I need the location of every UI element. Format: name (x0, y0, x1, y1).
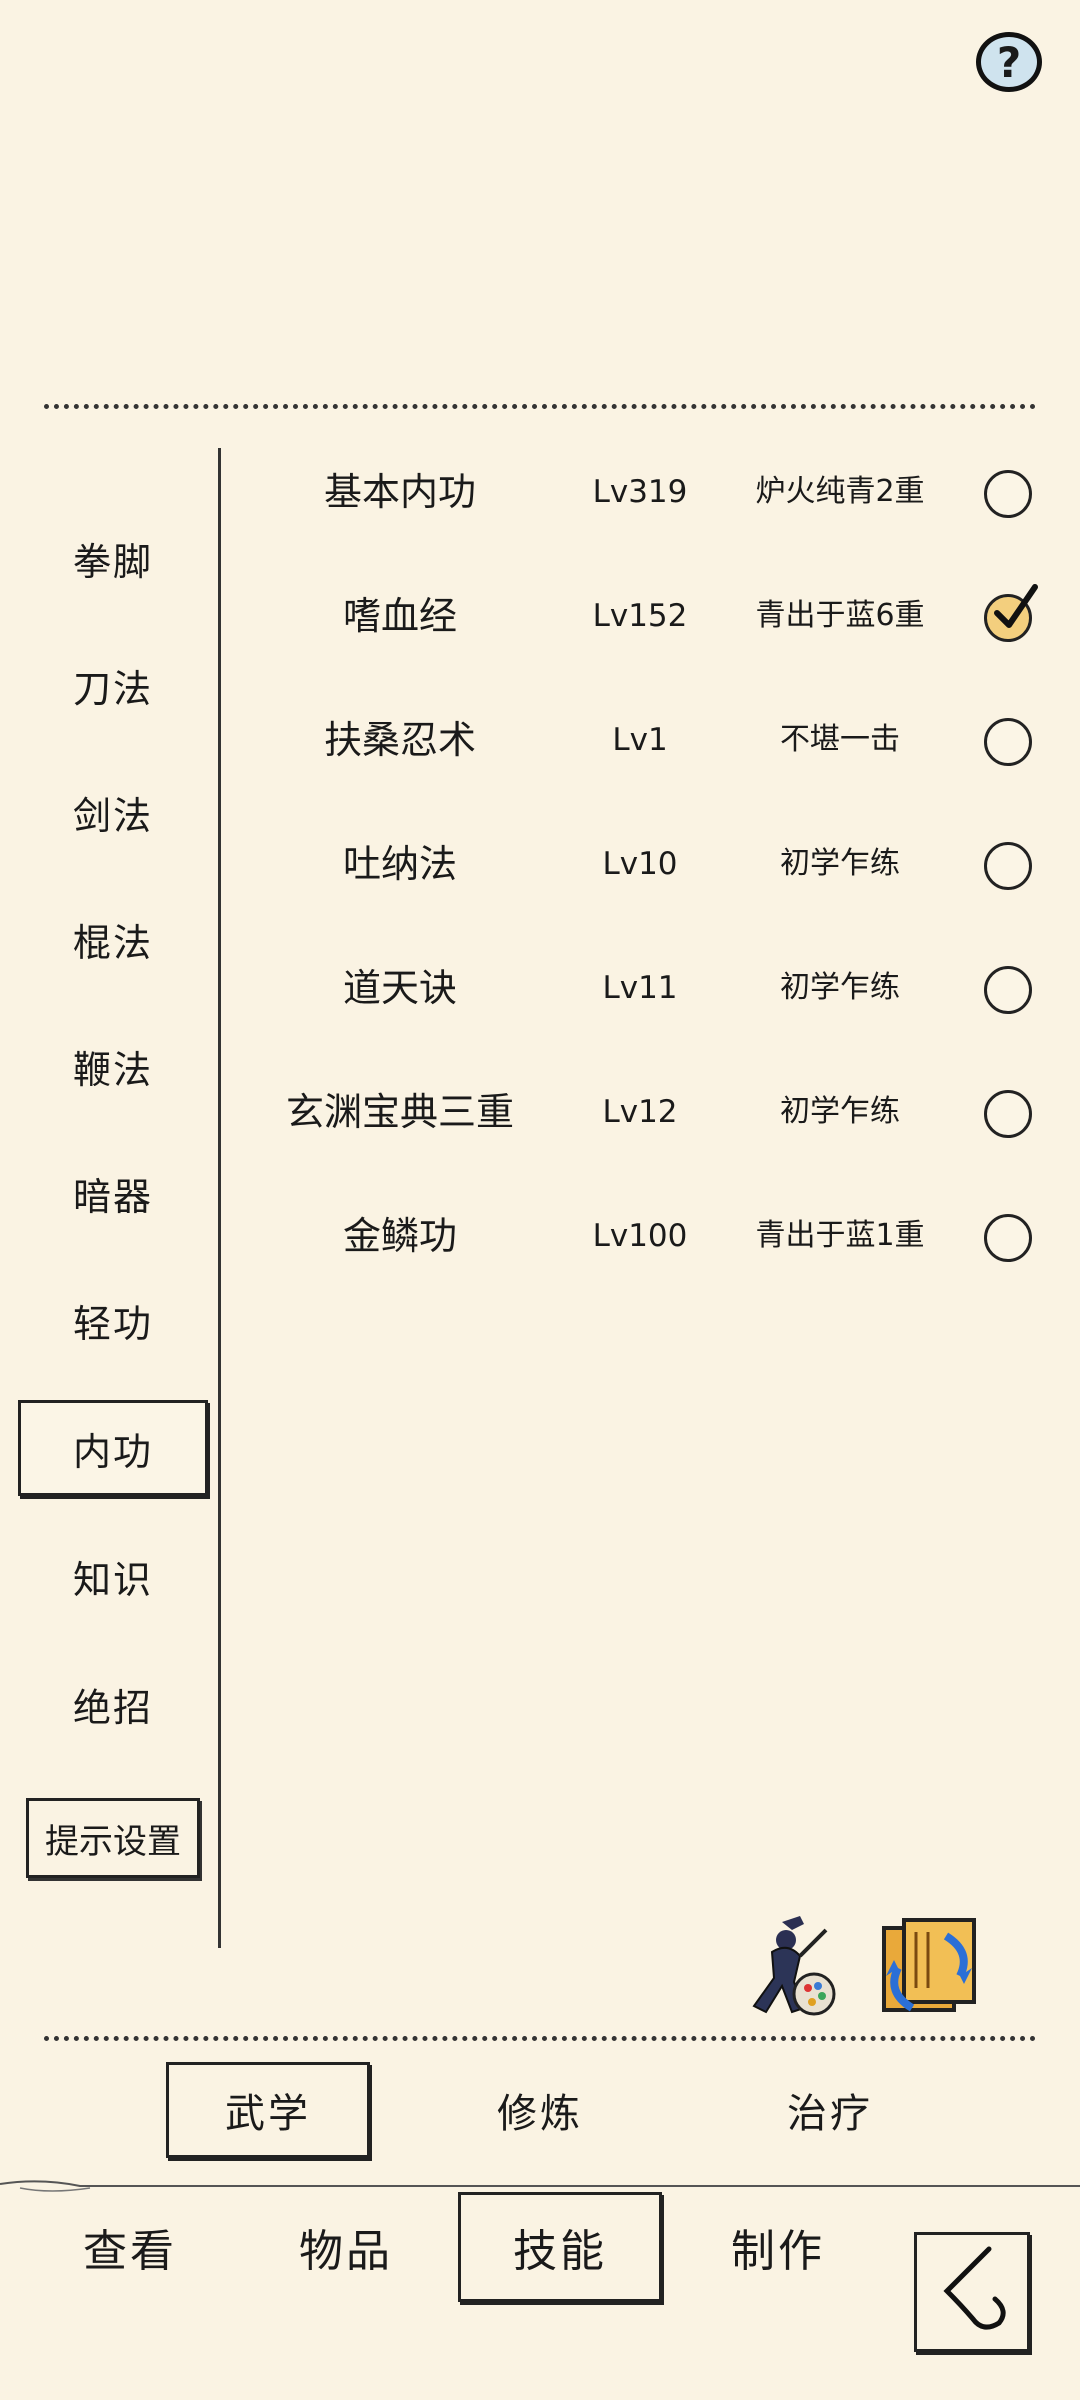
ninja-skin-icon[interactable] (742, 1912, 842, 2022)
nav-craft[interactable]: 制作 (698, 2192, 858, 2302)
hint-settings-button[interactable]: 提示设置 (26, 1798, 200, 1878)
category-juezhao[interactable]: 绝招 (18, 1656, 208, 1752)
skill-rank: 青出于蓝6重 (755, 598, 925, 633)
top-divider (44, 404, 1036, 409)
skill-checkbox-checked[interactable] (984, 584, 1038, 642)
nav-view[interactable]: 查看 (50, 2192, 210, 2302)
help-button[interactable]: ? (976, 32, 1042, 92)
category-gunfa[interactable]: 棍法 (18, 891, 208, 987)
hint-settings-label: 提示设置 (45, 1821, 181, 1862)
category-label: 知识 (72, 1557, 153, 1602)
category-bianfa[interactable]: 鞭法 (18, 1018, 208, 1114)
subtab-label: 武学 (225, 2091, 311, 2137)
skill-level: Lv319 (592, 474, 688, 510)
subtab-label: 治疗 (787, 2091, 873, 2137)
category-label: 棍法 (72, 920, 153, 965)
skill-name: 嗜血经 (342, 594, 457, 638)
category-label: 拳脚 (72, 539, 153, 584)
nav-items[interactable]: 物品 (266, 2192, 426, 2302)
skill-row[interactable]: 扶桑忍术 Lv1 不堪一击 (240, 678, 1040, 802)
skill-name: 金鳞功 (342, 1214, 457, 1258)
skill-row[interactable]: 道天诀 Lv11 初学乍练 (240, 926, 1040, 1050)
subtab-xiulian[interactable]: 修炼 (440, 2062, 640, 2158)
skill-row[interactable]: 玄渊宝典三重 Lv12 初学乍练 (240, 1050, 1040, 1174)
nav-label: 技能 (513, 2226, 607, 2277)
skill-name: 道天诀 (342, 966, 457, 1010)
skill-rank: 初学乍练 (780, 970, 900, 1005)
skill-checkbox[interactable] (984, 1214, 1032, 1262)
skill-rank: 不堪一击 (780, 722, 900, 757)
nav-label: 物品 (299, 2226, 393, 2277)
skill-level: Lv11 (602, 970, 678, 1006)
skill-level: Lv152 (592, 598, 688, 634)
skill-rank: 炉火纯青2重 (755, 474, 925, 509)
nav-skills[interactable]: 技能 (458, 2192, 662, 2302)
category-label: 内功 (72, 1429, 153, 1474)
back-button[interactable] (914, 2232, 1030, 2352)
skill-rank: 初学乍练 (780, 1094, 900, 1129)
nav-label: 查看 (83, 2226, 177, 2277)
back-arrow-icon (943, 2246, 1006, 2330)
category-jianfa[interactable]: 剑法 (18, 764, 208, 860)
skill-level: Lv10 (602, 846, 678, 882)
help-icon: ? (996, 37, 1022, 87)
category-label: 刀法 (72, 666, 153, 711)
skill-level: Lv1 (612, 722, 668, 758)
category-qinggong[interactable]: 轻功 (18, 1272, 208, 1368)
subtab-label: 修炼 (497, 2091, 583, 2137)
subtab-zhiliao[interactable]: 治疗 (730, 2062, 930, 2158)
category-zhishi[interactable]: 知识 (18, 1528, 208, 1624)
category-anqi[interactable]: 暗器 (18, 1145, 208, 1241)
skill-rank: 初学乍练 (780, 846, 900, 881)
category-label: 轻功 (72, 1301, 153, 1346)
category-daofa[interactable]: 刀法 (18, 637, 208, 733)
skill-name: 基本内功 (323, 470, 476, 514)
nav-label: 制作 (731, 2226, 825, 2277)
skill-level: Lv100 (592, 1218, 688, 1254)
skill-name: 扶桑忍术 (323, 718, 476, 762)
category-neigong[interactable]: 内功 (18, 1400, 208, 1496)
skill-checkbox[interactable] (984, 1090, 1032, 1138)
skill-checkbox[interactable] (984, 842, 1032, 890)
subtab-wuxue[interactable]: 武学 (166, 2062, 370, 2158)
skill-name: 吐纳法 (342, 842, 457, 886)
category-label: 绝招 (72, 1685, 153, 1730)
bottom-divider (44, 2036, 1036, 2041)
skill-row[interactable]: 金鳞功 Lv100 青出于蓝1重 (240, 1174, 1040, 1298)
skill-row[interactable]: 基本内功 Lv319 炉火纯青2重 (240, 430, 1040, 554)
book-swap-icon[interactable] (876, 1912, 982, 2022)
category-quanjiao[interactable]: 拳脚 (18, 510, 208, 606)
skill-checkbox[interactable] (984, 718, 1032, 766)
category-label: 暗器 (72, 1174, 153, 1219)
category-label: 鞭法 (72, 1047, 153, 1092)
category-label: 剑法 (72, 793, 153, 838)
skill-checkbox[interactable] (984, 966, 1032, 1014)
skill-checkbox[interactable] (984, 470, 1032, 518)
skill-name: 玄渊宝典三重 (285, 1090, 514, 1134)
skill-row[interactable]: 吐纳法 Lv10 初学乍练 (240, 802, 1040, 926)
skill-rank: 青出于蓝1重 (755, 1218, 925, 1253)
sidebar-divider (218, 448, 221, 1948)
skill-row[interactable]: 嗜血经 Lv152 青出于蓝6重 (240, 554, 1040, 678)
checkmark-icon (994, 584, 1038, 628)
skill-level: Lv12 (602, 1094, 678, 1130)
